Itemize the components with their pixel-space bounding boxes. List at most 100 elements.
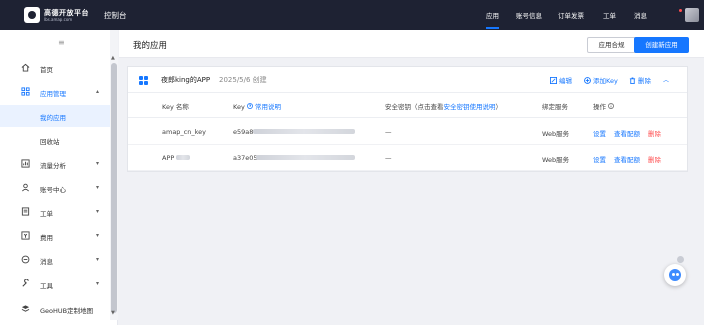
edit-app-button[interactable]: 编辑 <box>550 75 572 85</box>
trash-icon <box>629 77 636 84</box>
sidebar-label: 费用 <box>40 234 53 242</box>
masked-key <box>253 129 355 134</box>
sidebar-item-traffic-analysis[interactable]: 流量分析 ▾ <box>0 153 110 175</box>
key-name-cell: amap_cn_key <box>162 128 206 136</box>
question-icon[interactable] <box>246 103 253 109</box>
delete-key-link[interactable]: 删除 <box>648 154 661 164</box>
sidebar-item-geohub[interactable]: GeoHUB定制地图 <box>0 298 110 320</box>
sidebar-collapse-icon[interactable]: ≡ <box>58 38 65 47</box>
key-value-cell[interactable]: e59a8 <box>233 128 253 136</box>
sidebar-label: 工具 <box>40 282 53 290</box>
app-created-date: 2025/5/6 创建 <box>219 76 267 84</box>
sidebar-label: 消息 <box>40 258 53 266</box>
sidebar: ≡ 首页 应用管理 ▴ 我的应用 回收站 流量分析 ▾ 账号中心 ▾ 工单 ▾ … <box>0 30 118 325</box>
settings-link[interactable]: 设置 <box>593 154 606 164</box>
unread-dot <box>679 9 682 12</box>
key-table-header: Key 名称 Key 常用说明 安全密钥（点击查看安全密钥使用说明） 绑定服务 … <box>128 94 687 118</box>
view-quota-link[interactable]: 查看配额 <box>614 128 640 138</box>
assistant-fab[interactable] <box>664 264 686 286</box>
chevron-down-icon: ▾ <box>96 160 100 167</box>
create-app-button[interactable]: 创建新应用 <box>634 37 689 53</box>
col-key: Key 常用说明 <box>233 103 281 111</box>
table-row: APP a37e05 — Web服务 设置 查看配额 删除 <box>128 145 687 171</box>
scroll-down-arrow-icon[interactable]: ▼ <box>111 310 115 316</box>
sidebar-item-billing[interactable]: 费用 ▾ <box>0 225 110 247</box>
nav-account-info[interactable]: 账号信息 <box>516 10 542 20</box>
key-help-link[interactable]: 常用说明 <box>255 103 281 111</box>
settings-link[interactable]: 设置 <box>593 128 606 138</box>
sidebar-label: GeoHUB定制地图 <box>40 307 94 315</box>
nav-tickets[interactable]: 工单 <box>603 10 616 20</box>
col-service: 绑定服务 <box>542 103 568 111</box>
service-cell: Web服务 <box>542 130 570 138</box>
sidebar-item-app-management[interactable]: 应用管理 ▴ <box>0 81 110 103</box>
masked-name <box>176 155 190 160</box>
sidebar-label: 首页 <box>40 66 53 74</box>
sidebar-label: 工单 <box>40 210 53 218</box>
app-card-header: 夜郎king的APP 2025/5/6 创建 编辑 添加Key 删除 ︿ <box>128 67 687 93</box>
add-key-button[interactable]: 添加Key <box>584 75 618 85</box>
info-icon[interactable] <box>608 103 615 109</box>
layers-icon <box>21 305 30 312</box>
chevron-down-icon: ▾ <box>96 184 100 191</box>
amap-logo-icon[interactable] <box>24 7 40 23</box>
sidebar-item-messages[interactable]: 消息 ▾ <box>0 249 110 271</box>
sidebar-item-my-apps[interactable]: 我的应用 <box>0 105 110 127</box>
service-cell: Web服务 <box>542 156 570 164</box>
sidebar-item-tools[interactable]: 工具 ▾ <box>0 273 110 295</box>
sidebar-item-recycle-bin[interactable]: 回收站 <box>0 129 110 151</box>
bill-icon <box>21 231 30 240</box>
plus-circle-icon <box>584 77 591 84</box>
key-value-cell[interactable]: a37e05 <box>233 154 258 162</box>
collapse-card-icon[interactable]: ︿ <box>663 75 669 84</box>
view-quota-link[interactable]: 查看配额 <box>614 154 640 164</box>
brand-subtitle: lbs.amap.com <box>44 17 73 22</box>
app-card: 夜郎king的APP 2025/5/6 创建 编辑 添加Key 删除 ︿ Key… <box>127 66 688 172</box>
wrench-icon <box>22 279 29 287</box>
nav-messages[interactable]: 消息 <box>634 10 647 20</box>
secret-cell: — <box>385 128 392 136</box>
sidebar-label: 我的应用 <box>40 114 66 122</box>
sidebar-scrollbar-thumb[interactable] <box>111 63 117 313</box>
col-key-name: Key 名称 <box>162 103 189 111</box>
delete-app-button[interactable]: 删除 <box>629 75 651 85</box>
edit-icon <box>550 77 557 84</box>
sidebar-item-home[interactable]: 首页 <box>0 57 110 79</box>
secret-cell: — <box>385 154 392 162</box>
chevron-down-icon: ▾ <box>96 232 100 239</box>
console-link[interactable]: 控制台 <box>104 10 127 21</box>
masked-key <box>256 155 355 160</box>
app-name: 夜郎king的APP <box>161 76 211 84</box>
chart-icon <box>21 159 30 168</box>
assistant-close-icon[interactable] <box>677 256 684 263</box>
bell-icon <box>21 255 30 264</box>
chevron-down-icon: ▾ <box>96 208 100 215</box>
nav-orders-invoices[interactable]: 订单发票 <box>558 10 584 20</box>
secret-help-link[interactable]: 安全密钥使用说明 <box>444 103 496 111</box>
grid-icon <box>21 87 30 96</box>
user-avatar[interactable] <box>685 8 699 22</box>
delete-key-link[interactable]: 删除 <box>648 128 661 138</box>
app-grid-icon <box>139 76 148 85</box>
home-icon <box>21 63 30 72</box>
col-secret: 安全密钥（点击查看安全密钥使用说明） <box>385 103 502 111</box>
chevron-up-icon: ▴ <box>96 88 100 95</box>
sidebar-label: 回收站 <box>40 138 60 146</box>
page-header: 我的应用 应用合规 创建新应用 <box>119 30 704 58</box>
sidebar-label: 应用管理 <box>40 90 66 98</box>
ticket-icon <box>21 207 30 216</box>
nav-apps[interactable]: 应用 <box>486 10 499 29</box>
scroll-up-arrow-icon[interactable]: ▲ <box>111 55 115 61</box>
sidebar-item-tickets[interactable]: 工单 ▾ <box>0 201 110 223</box>
top-navigation-bar: 高德开放平台 lbs.amap.com 控制台 应用 账号信息 订单发票 工单 … <box>0 0 704 30</box>
chevron-down-icon: ▾ <box>96 280 100 287</box>
sidebar-label: 流量分析 <box>40 162 66 170</box>
assistant-avatar-icon <box>669 269 681 281</box>
page-title: 我的应用 <box>133 41 168 51</box>
col-ops: 操作 <box>593 101 615 111</box>
chevron-down-icon: ▾ <box>96 256 100 263</box>
sidebar-label: 账号中心 <box>40 186 66 194</box>
sidebar-item-account-center[interactable]: 账号中心 ▾ <box>0 177 110 199</box>
user-icon <box>22 183 29 192</box>
app-compliance-button[interactable]: 应用合规 <box>587 37 636 53</box>
